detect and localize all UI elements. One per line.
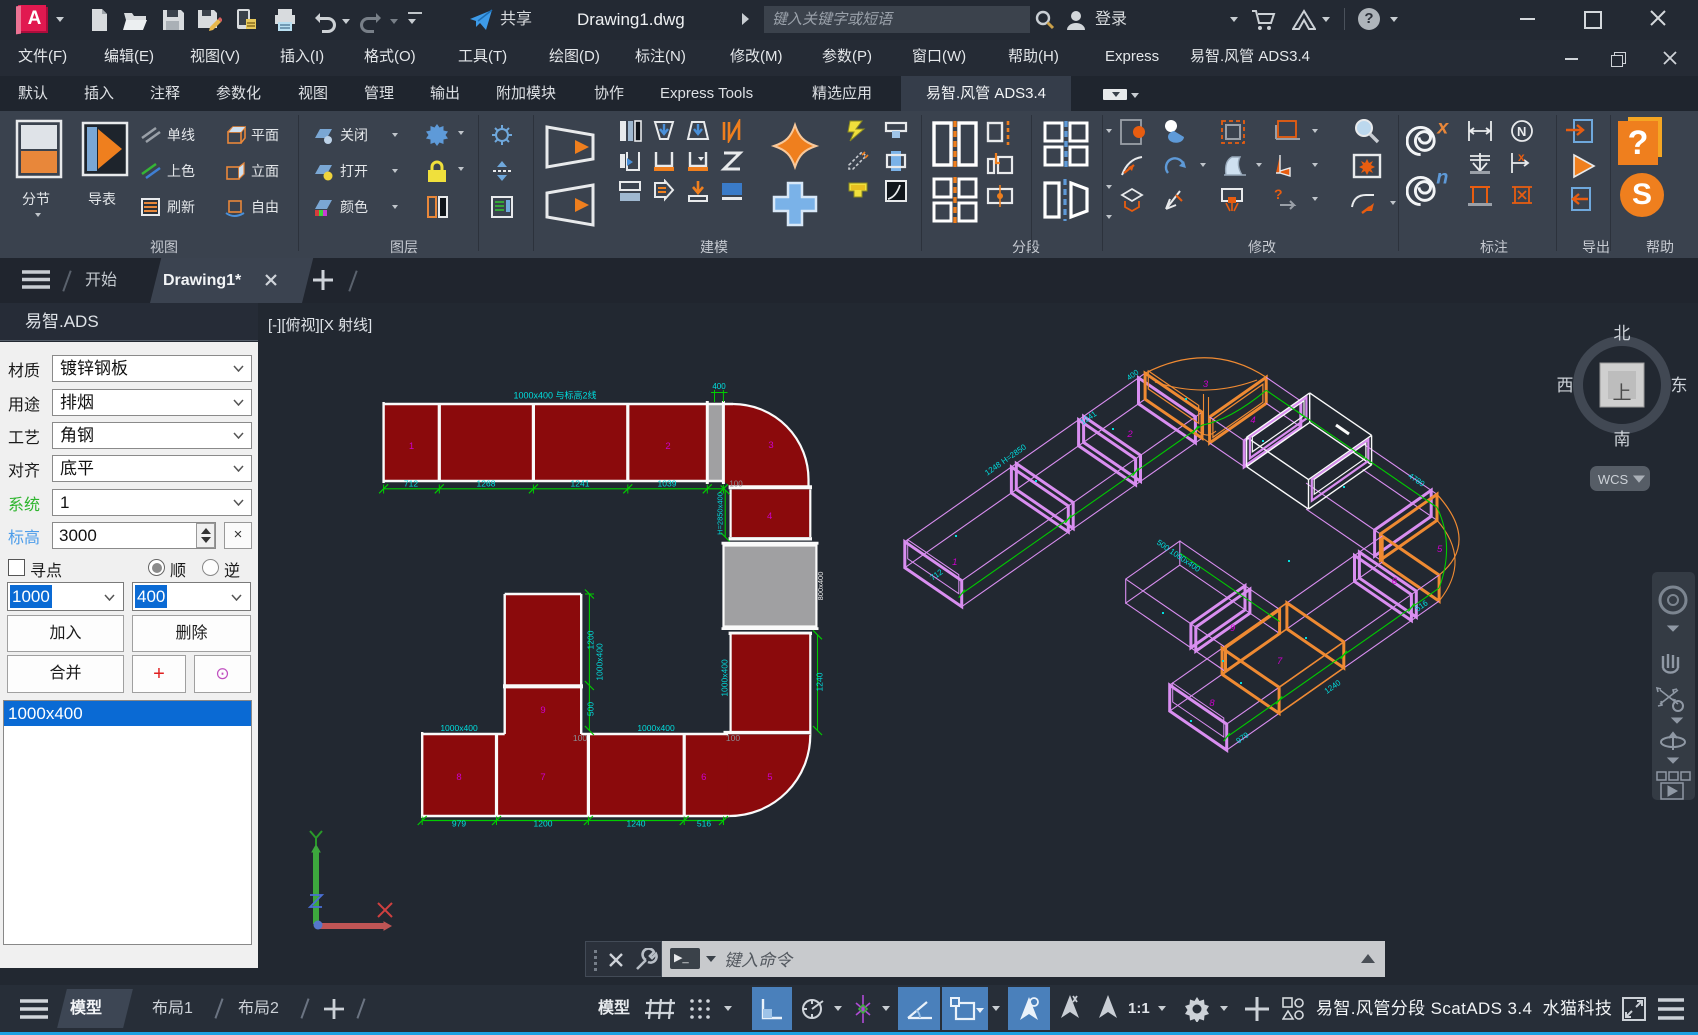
svg-text:N: N [1517, 124, 1526, 139]
svg-text:8: 8 [456, 772, 461, 783]
svg-text:6: 6 [1392, 576, 1398, 587]
svg-text:400: 400 [712, 382, 726, 391]
svg-text:712: 712 [929, 567, 946, 582]
svg-text:2: 2 [665, 441, 670, 452]
svg-text:9: 9 [1230, 623, 1236, 634]
svg-text:9: 9 [540, 705, 545, 716]
svg-text:100: 100 [729, 480, 743, 489]
svg-text:100: 100 [726, 733, 740, 743]
svg-text:5: 5 [767, 772, 772, 783]
svg-text:979: 979 [1235, 730, 1252, 745]
svg-text:5: 5 [1437, 544, 1443, 555]
svg-text:712: 712 [404, 479, 418, 489]
svg-text:1240: 1240 [815, 672, 825, 691]
svg-text:1200: 1200 [534, 819, 553, 829]
svg-text:1240: 1240 [627, 819, 646, 829]
svg-text:1000x400: 1000x400 [720, 659, 730, 697]
svg-text:WCS: WCS [1598, 472, 1629, 487]
svg-text:1: 1 [952, 557, 957, 568]
svg-text:3: 3 [768, 440, 773, 451]
svg-text:100: 100 [573, 733, 587, 743]
svg-text:500: 500 [586, 702, 596, 716]
svg-text:n: n [1436, 167, 1448, 189]
svg-text:1000x400: 1000x400 [440, 723, 478, 733]
svg-text:东: 东 [1671, 376, 1688, 395]
svg-text:7: 7 [1277, 656, 1283, 667]
svg-text:3: 3 [1203, 379, 1209, 390]
svg-text:上: 上 [1612, 382, 1631, 404]
svg-text:南: 南 [1614, 430, 1631, 449]
svg-text:x: x [1436, 117, 1449, 139]
svg-text:516: 516 [697, 819, 711, 829]
svg-text:1000x400: 1000x400 [595, 643, 605, 681]
svg-text:500 1000x400: 500 1000x400 [1155, 538, 1202, 574]
svg-text:x: x [1518, 151, 1525, 164]
svg-text:8: 8 [1209, 698, 1215, 709]
svg-text:7: 7 [540, 772, 545, 783]
svg-text:?: ? [1274, 186, 1283, 202]
svg-text:1: 1 [409, 441, 414, 452]
svg-text:1268: 1268 [477, 479, 496, 489]
svg-text:4: 4 [1250, 415, 1255, 426]
svg-text:1000x400 与标高2线: 1000x400 与标高2线 [513, 390, 596, 401]
svg-text:1039: 1039 [658, 479, 677, 489]
svg-text:4: 4 [767, 511, 772, 522]
svg-text:4780: 4780 [1407, 471, 1427, 489]
svg-text:北: 北 [1614, 324, 1631, 343]
svg-text:1241: 1241 [571, 479, 590, 489]
svg-text:2: 2 [1126, 429, 1133, 440]
svg-text:979: 979 [452, 819, 466, 829]
svg-text:1000x400: 1000x400 [637, 723, 675, 733]
svg-text:西: 西 [1557, 376, 1574, 395]
svg-text:800x400: 800x400 [816, 572, 825, 601]
svg-text:6: 6 [701, 772, 706, 783]
svg-text:H=2850x400: H=2850x400 [716, 492, 725, 535]
